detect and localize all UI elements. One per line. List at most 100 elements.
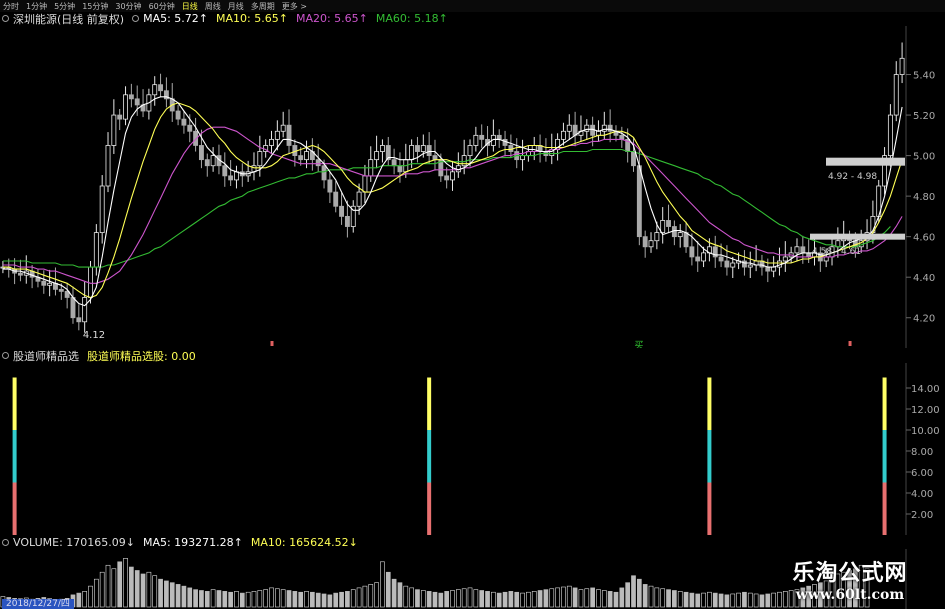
- settings-dot-icon[interactable]: [132, 15, 140, 22]
- volume-bar: [549, 588, 555, 608]
- volume-bar: [204, 591, 210, 608]
- volume-bar: [345, 591, 350, 608]
- period-tab-9[interactable]: 多周期: [251, 1, 275, 12]
- volume-bar: [636, 578, 642, 608]
- price-chart[interactable]: 5.40 5.20 5.00 4.80 4.60 4.40 4.20 4.12 4.92 - 4…: [0, 26, 945, 348]
- candle-body: [899, 57, 905, 75]
- candle-body: [701, 252, 707, 262]
- period-tab-7[interactable]: 周线: [205, 1, 221, 12]
- volume-bar: [251, 591, 257, 608]
- signal-bar-1-yellow: [427, 377, 432, 430]
- period-toolbar: 分时 1分钟 5分钟 15分钟 30分钟 60分钟 日线 周线 月线 多周期 更多 >: [0, 0, 945, 12]
- volume-bar: [707, 591, 712, 608]
- candle-body: [520, 155, 526, 161]
- signal-marker-2: [848, 341, 852, 346]
- volume-bar: [257, 590, 263, 608]
- volume-dot-icon[interactable]: [2, 539, 9, 546]
- signal-bar-2-yellow: [707, 377, 712, 430]
- volume-bar: [601, 590, 607, 608]
- volume-bar: [747, 592, 753, 608]
- volume-bar: [672, 590, 677, 608]
- price-tick-label-1: 5.20: [913, 111, 935, 122]
- signal-bar-3-yellow: [882, 377, 887, 430]
- indicator-tick-label-2: 10.00: [911, 426, 940, 437]
- candle-body: [93, 232, 99, 268]
- volume-bar: [222, 591, 228, 608]
- candle-body: [222, 165, 228, 177]
- volume-bar: [683, 591, 689, 608]
- volume-bar: [117, 561, 123, 608]
- candle-body: [823, 256, 829, 262]
- volume-bar: [701, 592, 706, 608]
- period-tab-10[interactable]: 更多 >: [282, 1, 307, 12]
- volume-bar: [753, 593, 759, 608]
- volume-bar: [561, 586, 566, 608]
- volume-bar: [374, 582, 379, 608]
- volume-bar: [403, 585, 409, 608]
- volume-bar: [654, 587, 660, 608]
- period-tab-5[interactable]: 60分钟: [149, 1, 175, 12]
- candle-body: [695, 256, 701, 262]
- volume-bar: [508, 591, 514, 608]
- watermark-title: 乐淘公式网: [792, 560, 908, 586]
- indicator-chart[interactable]: 14.00 12.00 10.00 8.00 6.00 4.00 2.00: [0, 363, 945, 535]
- candle-body: [666, 220, 671, 227]
- candle-body: [426, 145, 432, 157]
- volume-bar: [93, 578, 99, 608]
- volume-bar: [228, 591, 233, 608]
- volume-ma5: MA5: 193271.28↑: [142, 536, 243, 549]
- indicator-name: 股道师精品选: [13, 349, 79, 363]
- volume-bar: [555, 587, 560, 608]
- period-tab-6[interactable]: 日线: [182, 1, 198, 12]
- volume-bar: [467, 587, 473, 608]
- volume-bar: [420, 590, 426, 608]
- watermark-url: www.60lt.com: [795, 587, 905, 603]
- period-tab-8[interactable]: 月线: [228, 1, 244, 12]
- signal-bar-2-red: [707, 482, 712, 535]
- collapse-dot-icon[interactable]: [2, 15, 9, 22]
- candle-body: [636, 165, 642, 238]
- candle-body: [747, 264, 753, 268]
- volume-bar: [578, 589, 584, 608]
- signal-bar-0-red: [12, 482, 17, 535]
- candle-body: [327, 179, 333, 193]
- indicator-tick-label-0: 14.00: [911, 384, 940, 395]
- volume-bar: [666, 589, 671, 608]
- signal-bar-0-yellow: [12, 377, 17, 430]
- candle-body: [198, 145, 204, 161]
- indicator-tick-label-4: 6.00: [911, 468, 933, 479]
- candle-body: [560, 130, 566, 140]
- candle-body: [204, 159, 210, 167]
- volume-bar: [479, 590, 485, 608]
- candle-body: [496, 134, 502, 140]
- volume-bar: [292, 591, 298, 608]
- volume-bar: [625, 582, 631, 608]
- candle-body: [660, 220, 666, 234]
- low-price-label: 4.12: [83, 330, 105, 341]
- candle-body: [99, 185, 105, 234]
- candle-body: [228, 175, 234, 181]
- candle-body: [105, 145, 111, 187]
- zone-low-bar: [810, 233, 905, 240]
- ma5-line: [2, 96, 903, 307]
- volume-bar: [140, 573, 146, 608]
- ma20-value: MA20: 5.65↑: [295, 12, 368, 25]
- candle-body: [677, 232, 683, 238]
- candle-body: [724, 260, 730, 268]
- volume-bar: [455, 589, 461, 608]
- candle-body: [356, 191, 362, 207]
- volume-bar: [689, 592, 695, 608]
- volume-bar: [269, 587, 274, 608]
- indicator-dot-icon[interactable]: [2, 352, 9, 359]
- volume-ma10: MA10: 165624.52↓: [250, 536, 358, 549]
- volume-bar: [660, 588, 666, 608]
- candle-body: [391, 159, 397, 167]
- volume-bar: [123, 558, 128, 608]
- candle-body: [718, 256, 724, 262]
- volume-bar: [339, 591, 344, 608]
- volume-bar: [164, 580, 169, 608]
- volume-bar: [531, 591, 537, 608]
- date-badge: 2018/12/27/四: [2, 599, 74, 609]
- volume-bar: [380, 561, 385, 608]
- volume-bar: [712, 592, 718, 608]
